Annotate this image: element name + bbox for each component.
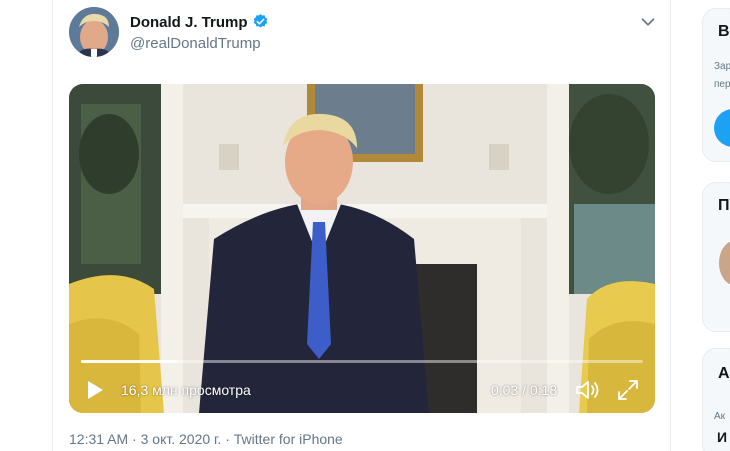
sidebar-card-relevant: П: [702, 182, 730, 332]
video-player[interactable]: 16,3 млн просмотра 0:03 / 0:18: [69, 84, 655, 413]
play-icon[interactable]: [85, 380, 105, 400]
tweet-date[interactable]: 3 окт. 2020 г.: [141, 431, 222, 447]
tweet-header: Donald J. Trump @realDonaldTrump: [69, 7, 659, 59]
author-name[interactable]: Donald J. Trump: [130, 13, 269, 31]
sidebar-card-signup: В Зар пер: [702, 8, 730, 162]
page: Donald J. Trump @realDonaldTrump 16,3 мл…: [0, 0, 730, 451]
avatar-image: [69, 7, 119, 57]
trend-item[interactable]: И: [717, 429, 727, 445]
sidebar-card-text: пер: [714, 79, 730, 90]
volume-icon[interactable]: [575, 379, 601, 401]
sidebar-card-trends: А Ак И: [702, 348, 730, 451]
video-frame: [69, 84, 655, 413]
sidebar-card-text: Зар: [714, 61, 730, 72]
sidebar-signup-button[interactable]: [714, 109, 730, 147]
avatar[interactable]: [69, 7, 119, 57]
sidebar-card-title: В: [718, 23, 730, 40]
tweet-source[interactable]: Twitter for iPhone: [234, 431, 343, 447]
view-count: 16,3 млн просмотра: [121, 382, 251, 398]
author-handle[interactable]: @realDonaldTrump: [130, 35, 261, 52]
video-progress-fill: [81, 360, 177, 363]
tweet-column: Donald J. Trump @realDonaldTrump 16,3 мл…: [52, 0, 671, 451]
avatar[interactable]: [719, 241, 730, 285]
sidebar-card-title: П: [718, 197, 730, 214]
verified-badge-icon: [253, 14, 267, 28]
chevron-down-icon[interactable]: [637, 11, 659, 33]
tweet-meta: 12:31 AM · 3 окт. 2020 г. · Twitter for …: [69, 431, 343, 447]
video-time: 0:03 / 0:18: [491, 382, 558, 398]
meta-separator: ·: [221, 431, 234, 447]
fullscreen-icon[interactable]: [617, 379, 639, 401]
author-name-text[interactable]: Donald J. Trump: [130, 14, 248, 31]
meta-separator: ·: [128, 431, 141, 447]
sidebar-card-title: А: [718, 365, 730, 382]
sidebar-card-text: Ак: [714, 411, 726, 422]
tweet-time[interactable]: 12:31 AM: [69, 431, 128, 447]
video-progress-bar[interactable]: [81, 360, 643, 363]
